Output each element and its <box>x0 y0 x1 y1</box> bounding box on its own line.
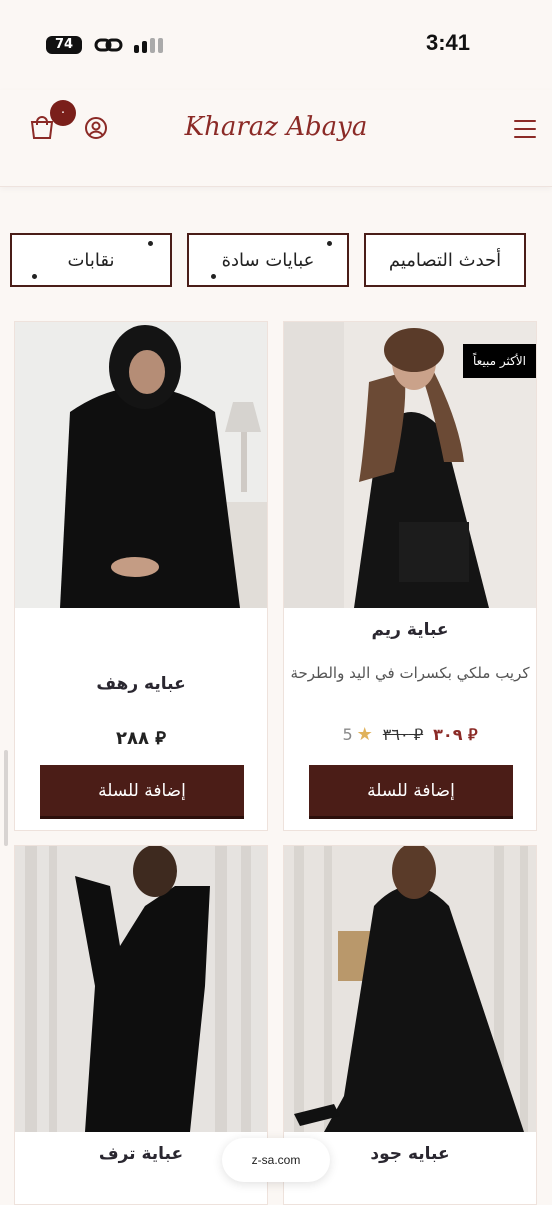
price-row: ٢٨٨ ⃁ <box>15 726 267 749</box>
site-header: ٠ Kharaz Abaya <box>0 90 552 187</box>
price-row: 5 ★ ٣٦٠ ⃁ ٣٠٩ ⃁ <box>284 724 536 745</box>
scrollbar[interactable] <box>4 750 8 846</box>
category-niqabs[interactable]: نقابات <box>10 233 172 287</box>
link-icon <box>94 34 124 62</box>
star-icon: ★ <box>356 724 373 745</box>
hamburger-menu-icon[interactable] <box>514 120 536 138</box>
best-seller-badge: الأكثر مبيعاً <box>462 344 536 378</box>
brand-logo[interactable]: Kharaz Abaya <box>0 112 552 142</box>
category-nav: نقابات عبايات سادة أحدث التصاميم <box>10 233 526 289</box>
add-to-cart-button[interactable]: إضافة للسلة <box>40 765 244 819</box>
product-image[interactable] <box>15 846 267 1132</box>
browser-url-pill[interactable]: z-sa.com <box>222 1138 330 1182</box>
product-card[interactable]: الأكثر مبيعاً عباية ريم كريب ملكي بكسرات… <box>283 321 537 831</box>
add-to-cart-button[interactable]: إضافة للسلة <box>309 765 513 819</box>
product-description: كريب ملكي بكسرات في اليد والطرحة <box>290 664 530 682</box>
old-price: ٣٦٠ ⃁ <box>382 724 424 744</box>
product-name[interactable]: عباية ريم <box>284 620 536 640</box>
product-name[interactable]: عبايه رهف <box>15 674 267 694</box>
price: ٢٨٨ ⃁ <box>116 728 166 749</box>
category-label: عبايات سادة <box>221 249 315 271</box>
clock: 3:41 <box>426 30 471 55</box>
product-image[interactable]: الأكثر مبيعاً <box>284 322 536 608</box>
product-image[interactable] <box>284 846 536 1132</box>
product-card[interactable]: عبايه رهف ٢٨٨ ⃁ إضافة للسلة <box>14 321 268 831</box>
category-label: أحدث التصاميم <box>388 249 502 271</box>
rating-value: 5 <box>342 725 353 744</box>
sale-price: ٣٠٩ ⃁ <box>433 724 478 744</box>
status-bar: 74 3:41 <box>0 0 552 90</box>
category-latest-designs[interactable]: أحدث التصاميم <box>364 233 526 287</box>
signal-icon <box>134 38 163 53</box>
rating: 5 ★ <box>342 724 372 745</box>
product-image[interactable] <box>15 322 267 608</box>
category-plain-abayas[interactable]: عبايات سادة <box>187 233 349 287</box>
category-label: نقابات <box>67 249 115 271</box>
battery-indicator: 74 <box>46 36 82 54</box>
